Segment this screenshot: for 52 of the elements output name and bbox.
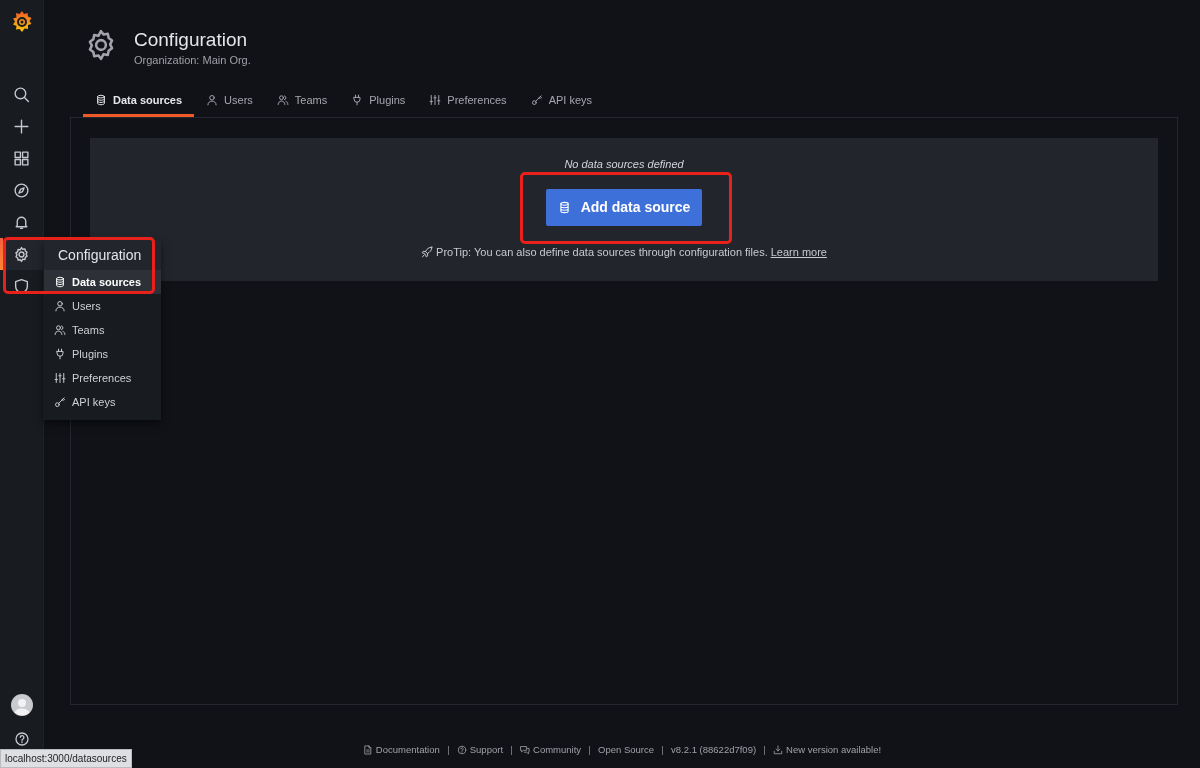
menu-title: Configuration xyxy=(44,240,161,270)
menu-item[interactable]: Preferences xyxy=(44,366,161,390)
menu-item[interactable]: Users xyxy=(44,294,161,318)
footer-link[interactable]: New version available! xyxy=(773,743,882,758)
add-data-source-button[interactable]: Add data source xyxy=(546,188,702,226)
rocket-icon xyxy=(421,245,434,258)
key-icon xyxy=(54,396,66,408)
database-icon xyxy=(95,94,107,106)
help-icon xyxy=(456,745,467,756)
logo-icon[interactable] xyxy=(10,10,33,34)
protip-text: ProTip: You can also define data sources through configuration files. xyxy=(436,244,768,260)
search-icon xyxy=(13,85,30,103)
sliders-icon xyxy=(429,94,442,106)
settings-icon xyxy=(13,245,30,263)
chat-icon xyxy=(520,745,531,756)
footer-link[interactable]: v8.2.1 (88622d7f09) xyxy=(671,743,757,758)
page-title: Configuration xyxy=(134,28,249,52)
footer-link[interactable]: Support xyxy=(456,743,504,758)
grid-icon xyxy=(13,149,30,167)
key-icon xyxy=(530,94,543,106)
user-icon xyxy=(206,94,219,106)
menu-item[interactable]: Plugins xyxy=(44,342,161,366)
avatar-icon xyxy=(10,694,33,716)
tab[interactable]: API keys xyxy=(518,92,605,117)
sliders-icon xyxy=(54,372,66,384)
download-icon xyxy=(773,745,784,756)
menu-item[interactable]: API keys xyxy=(44,390,161,414)
footer-link[interactable]: Community xyxy=(520,743,582,758)
document-icon xyxy=(362,745,373,756)
user-icon xyxy=(54,300,66,312)
plug-icon xyxy=(351,94,364,106)
users-icon xyxy=(54,324,66,336)
compass-icon xyxy=(13,181,30,199)
tab[interactable]: Teams xyxy=(264,92,340,117)
tab[interactable]: Preferences xyxy=(417,92,519,117)
footer-link[interactable]: Documentation xyxy=(362,743,440,758)
tab[interactable]: Users xyxy=(194,92,265,117)
learn-more-link[interactable]: Learn more xyxy=(770,243,827,260)
database-icon xyxy=(557,200,571,214)
help-icon xyxy=(13,731,30,747)
page-subtitle: Organization: Main Org. xyxy=(134,53,251,68)
users-icon xyxy=(276,94,289,106)
plus-icon xyxy=(13,117,30,135)
footer-link[interactable]: Open Source xyxy=(598,743,655,758)
url-tooltip: localhost:3000/datasources xyxy=(0,749,132,768)
plug-icon xyxy=(54,348,66,360)
database-icon xyxy=(54,276,66,288)
bell-icon xyxy=(13,213,30,231)
menu-item[interactable]: Teams xyxy=(44,318,161,342)
sidebar-item[interactable] xyxy=(0,238,44,270)
tab[interactable]: Plugins xyxy=(339,92,418,117)
empty-message: No data sources defined xyxy=(564,157,684,172)
